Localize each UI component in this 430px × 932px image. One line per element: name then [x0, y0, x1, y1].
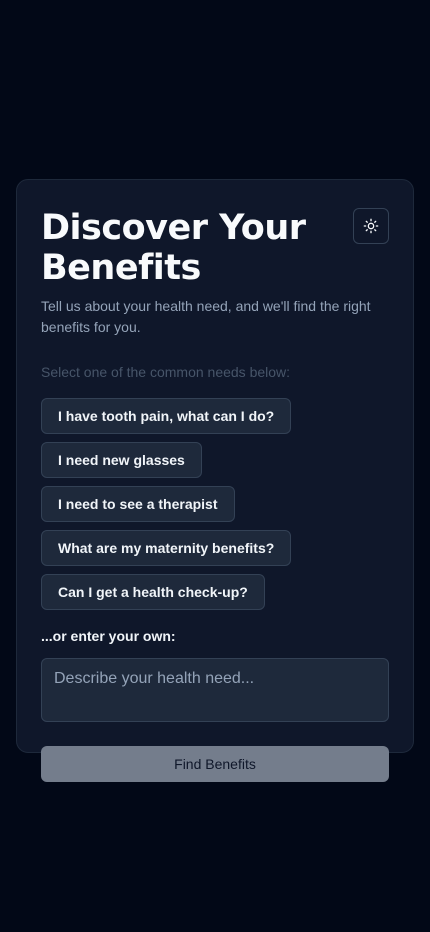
- custom-need-label: ...or enter your own:: [41, 628, 176, 644]
- health-need-input[interactable]: [41, 658, 389, 722]
- suggestion-chip-maternity[interactable]: What are my maternity benefits?: [41, 530, 292, 566]
- theme-toggle-button[interactable]: [353, 208, 389, 244]
- card-header: Discover Your Benefits: [41, 208, 389, 288]
- suggestion-chips: I have tooth pain, what can I do? I need…: [41, 398, 389, 610]
- sun-icon: [363, 218, 379, 234]
- suggestions-label: Select one of the common needs below:: [41, 364, 291, 380]
- benefits-card: Discover Your Benefits Tell us about you…: [16, 179, 414, 782]
- suggestion-chip-check-up[interactable]: Can I get a health check-up?: [41, 574, 265, 610]
- suggestion-chip-tooth-pain[interactable]: I have tooth pain, what can I do?: [41, 398, 292, 434]
- page-title: Discover Your Benefits: [41, 208, 306, 288]
- suggestion-chip-therapist[interactable]: I need to see a therapist: [41, 486, 235, 522]
- find-benefits-button[interactable]: Find Benefits: [41, 746, 389, 782]
- suggestion-chip-glasses[interactable]: I need new glasses: [41, 442, 202, 478]
- page-subtitle: Tell us about your health need, and we'l…: [41, 298, 371, 335]
